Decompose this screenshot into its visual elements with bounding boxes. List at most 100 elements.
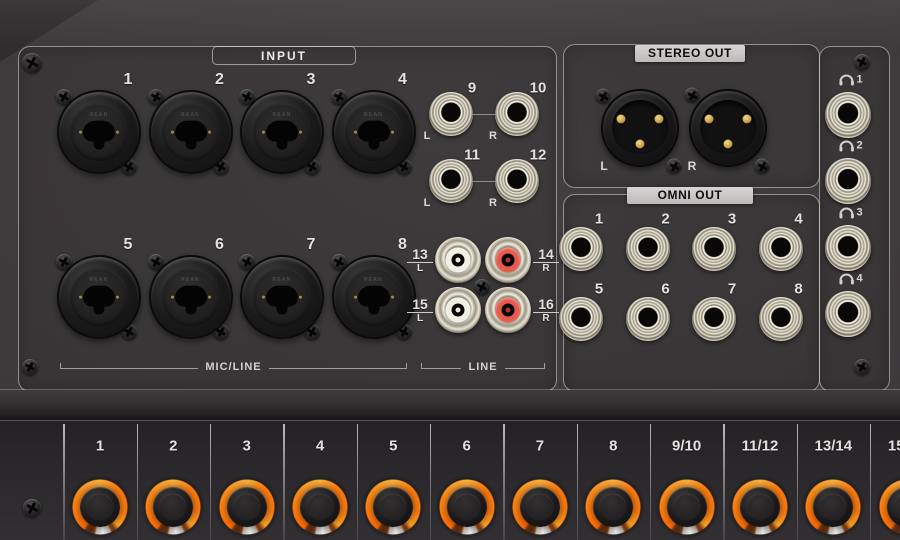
knob-cap-inner (746, 494, 773, 521)
phone-jack-connector[interactable] (759, 297, 803, 341)
combo-hole (83, 121, 115, 142)
channel-number: 5 (389, 438, 397, 455)
channel-number: 15/16 (888, 438, 900, 455)
rca-center-pin (456, 258, 461, 263)
line-group-bracket: LINE (421, 357, 545, 369)
xlr-trs-combo-connector[interactable]: REAN (332, 90, 416, 174)
rca-label: 15 L (405, 298, 435, 324)
jack-side-label: L (405, 264, 435, 274)
xlr-trs-combo-connector[interactable]: REAN (332, 255, 416, 339)
channel-number: 1 (96, 438, 104, 455)
jack-number: 1 (595, 211, 603, 228)
jack-side-label: L (424, 130, 431, 142)
phone-jack-connector[interactable] (825, 158, 871, 204)
combo-hole (83, 286, 115, 307)
phone-jack-connector[interactable] (495, 159, 539, 203)
combo-face: REAN (253, 103, 311, 161)
channel-number: 6 (462, 438, 470, 455)
input-section-label: INPUT (212, 46, 356, 65)
jack-number: 9 (468, 80, 476, 97)
channel-divider (577, 424, 578, 540)
phones-label: 4 (839, 274, 862, 285)
phone-jack-connector[interactable] (825, 92, 871, 138)
phone-jack-connector[interactable] (559, 227, 603, 271)
channel-divider (723, 424, 724, 540)
jack-side-label: L (424, 197, 431, 209)
xlr-male-connector[interactable] (689, 89, 767, 167)
jack-number: 11 (464, 147, 480, 164)
headphones-icon (839, 274, 853, 285)
headphones-icon (839, 141, 853, 152)
knob-cap-inner (673, 494, 700, 521)
screw-icon (596, 89, 611, 104)
rca-center-pin (506, 258, 511, 263)
channel-number: 11/12 (742, 438, 779, 455)
phones-label: 1 (839, 75, 862, 86)
jack-number: 15 (405, 298, 435, 311)
phone-jack-connector[interactable] (692, 227, 736, 271)
omni-out-label-plate: OMNI OUT (627, 187, 753, 204)
xlr-pin (724, 140, 733, 149)
jack-side-label: R (531, 314, 561, 324)
xlr-trs-combo-connector[interactable]: REAN (57, 255, 141, 339)
jack-number: 3 (728, 211, 736, 228)
input-label-text: INPUT (261, 49, 307, 63)
rca-center-pin (506, 308, 511, 313)
rca-connector[interactable] (485, 237, 531, 283)
phone-jack-connector[interactable] (559, 297, 603, 341)
mic-line-group-label: MIC/LINE (205, 361, 261, 373)
combo-face: REAN (70, 268, 128, 326)
channel-divider (63, 424, 64, 540)
brand-label: REAN (273, 112, 292, 118)
jack-number: 7 (728, 281, 736, 298)
brand-label: REAN (364, 277, 383, 283)
phone-jack-connector[interactable] (759, 227, 803, 271)
rca-label: 13 L (405, 248, 435, 274)
stereo-out-label-plate: STEREO OUT (635, 45, 745, 62)
jack-side-label: R (489, 130, 497, 142)
jack-number: 3 (307, 71, 316, 89)
screw-icon (22, 359, 38, 375)
phone-jack-connector[interactable] (626, 297, 670, 341)
xlr-trs-combo-connector[interactable]: REAN (149, 90, 233, 174)
phone-jack-connector[interactable] (495, 92, 539, 136)
combo-face: REAN (70, 103, 128, 161)
xlr-trs-combo-connector[interactable]: REAN (240, 90, 324, 174)
omni-out-label-text: OMNI OUT (658, 188, 723, 202)
stereo-out-label-text: STEREO OUT (648, 46, 732, 60)
xlr-pin (743, 115, 752, 124)
jack-number: 1 (124, 71, 133, 89)
rca-connector[interactable] (435, 287, 481, 333)
jack-number: 4 (856, 274, 862, 285)
combo-hole (175, 121, 207, 142)
rca-connector[interactable] (485, 287, 531, 333)
jack-side-label: R (489, 197, 497, 209)
jack-number: 6 (215, 236, 224, 254)
phone-jack-connector[interactable] (825, 225, 871, 271)
jack-number: 8 (794, 281, 802, 298)
channel-number: 4 (316, 438, 324, 455)
phone-jack-connector[interactable] (626, 227, 670, 271)
xlr-male-connector[interactable] (601, 89, 679, 167)
phone-jack-connector[interactable] (692, 297, 736, 341)
channel-divider (503, 424, 504, 540)
bracket-line (60, 363, 198, 369)
screw-icon (667, 159, 682, 174)
xlr-trs-combo-connector[interactable]: REAN (149, 255, 233, 339)
jack-number: 10 (530, 80, 547, 97)
combo-hole (175, 286, 207, 307)
knob-cap-inner (600, 494, 627, 521)
jack-number: 5 (595, 281, 603, 298)
phone-jack-connector[interactable] (429, 92, 473, 136)
jack-number: 1 (856, 75, 862, 86)
jack-number: 14 (531, 248, 561, 261)
rca-label: 14 R (531, 248, 561, 274)
phone-jack-connector[interactable] (825, 291, 871, 337)
xlr-trs-combo-connector[interactable]: REAN (57, 90, 141, 174)
line-group-label: LINE (468, 361, 497, 373)
knob-cap-inner (820, 494, 847, 521)
combo-face: REAN (162, 268, 220, 326)
phone-jack-connector[interactable] (429, 159, 473, 203)
rca-connector[interactable] (435, 237, 481, 283)
xlr-trs-combo-connector[interactable]: REAN (240, 255, 324, 339)
